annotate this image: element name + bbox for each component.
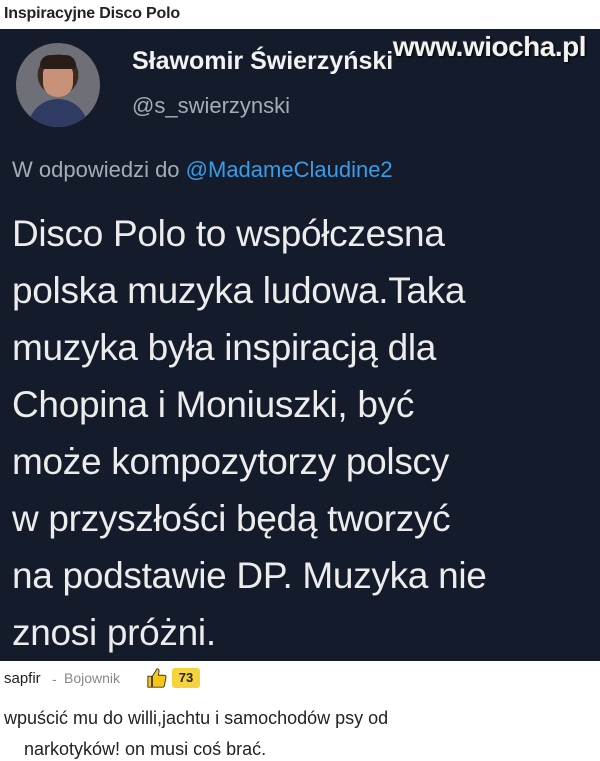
score-badge: 73 xyxy=(172,668,200,688)
comment-text-line: wpuścić mu do willi,jachtu i samochodów … xyxy=(4,708,389,728)
author-name: Sławomir Świerzyński xyxy=(132,47,394,75)
comment-separator: - xyxy=(52,671,57,687)
reply-mention: @MadameClaudine2 xyxy=(185,157,393,182)
tweet-text-line: na podstawie DP. Muzyka nie xyxy=(12,555,487,596)
page-header: Inspiracyjne Disco Polo xyxy=(0,0,600,29)
comment-text: wpuścić mu do willi,jachtu i samochodów … xyxy=(4,703,564,761)
tweet-text-line: muzyka była inspiracją dla xyxy=(12,327,437,368)
reply-line: W odpowiedzi do @MadameClaudine2 xyxy=(12,157,393,183)
page-title[interactable]: Inspiracyjne Disco Polo xyxy=(4,5,180,23)
tweet-text: Disco Polo to współczesna polska muzyka … xyxy=(12,205,592,661)
tweet-text-line: znosi próżni. xyxy=(12,612,216,653)
reply-prefix: W odpowiedzi do xyxy=(12,157,186,182)
comment-username[interactable]: sapfir xyxy=(4,670,41,687)
tweet-text-line: Chopina i Moniuszki, być xyxy=(12,384,415,425)
avatar xyxy=(16,43,100,127)
comment: sapfir - Bojownik 73 wpuścić mu do willi… xyxy=(0,661,600,761)
tweet-text-line: Disco Polo to współczesna xyxy=(12,213,445,254)
comment-text-line: narkotyków! on musi coś brać. xyxy=(24,739,267,759)
thumbs-up-icon[interactable] xyxy=(146,667,168,689)
comment-rank: Bojownik xyxy=(64,670,121,686)
site-watermark: www.wiocha.pl xyxy=(392,31,587,62)
tweet-text-line: może kompozytorzy polscy xyxy=(12,441,449,482)
author-handle: @s_swierzynski xyxy=(132,93,291,118)
tweet-screenshot: www.wiocha.pl Sławomir Świerzyński @s_sw… xyxy=(0,29,600,661)
tweet-text-line: polska muzyka ludowa.Taka xyxy=(12,270,466,311)
tweet-text-line: w przyszłości będą tworzyć xyxy=(12,498,451,539)
